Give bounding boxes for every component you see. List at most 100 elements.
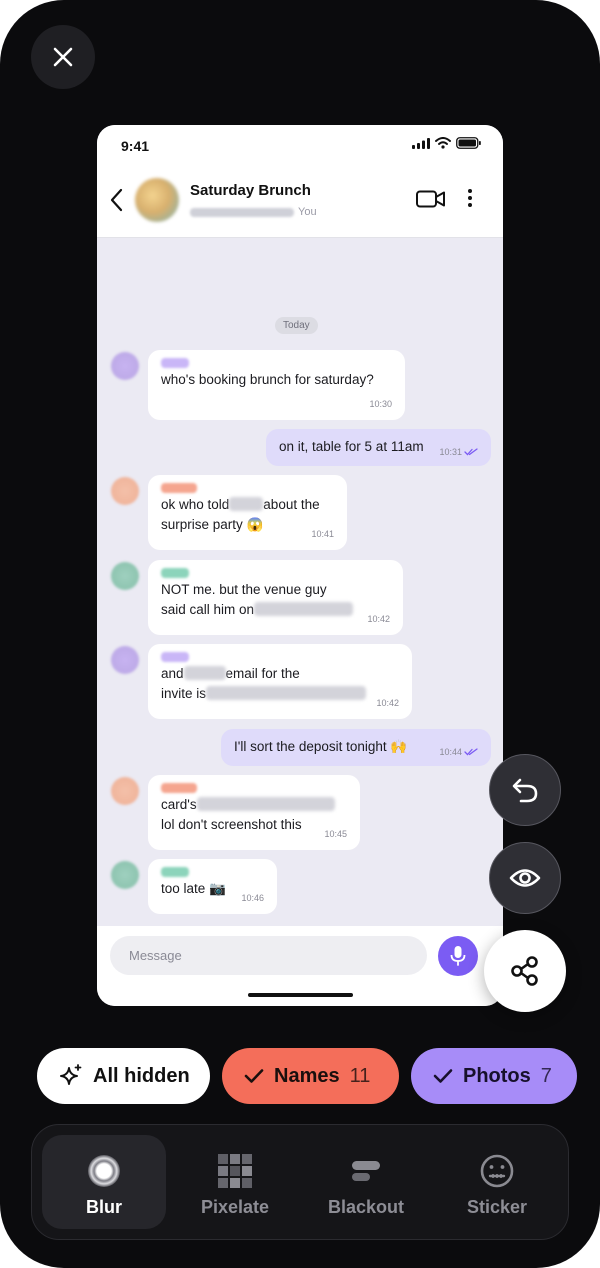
home-indicator — [248, 993, 353, 997]
sender-avatar — [111, 477, 139, 505]
share-icon — [511, 956, 538, 986]
date-separator: Today — [275, 317, 318, 334]
chip-count: 7 — [540, 1064, 552, 1087]
chip-label: Names — [274, 1064, 340, 1087]
message-text: I'll sort the deposit tonight 🙌 — [234, 739, 408, 754]
double-check-icon — [464, 748, 478, 756]
message-time: 10:41 — [311, 529, 334, 539]
redacted-card-number — [196, 797, 335, 811]
close-icon — [53, 47, 73, 67]
message-time: 10:46 — [241, 893, 264, 903]
blur-icon — [88, 1155, 120, 1187]
message-meta: 10:44 — [439, 742, 478, 762]
redacted-sender-name — [161, 783, 197, 793]
message-bubble-outgoing[interactable]: on it, table for 5 at 11am 10:31 — [266, 429, 491, 466]
message-time: 10:42 — [376, 698, 399, 708]
chip-names[interactable]: Names 11 — [222, 1048, 399, 1104]
wifi-icon — [435, 137, 451, 149]
redacted-phone — [254, 602, 354, 616]
more-vertical-icon[interactable] — [467, 188, 473, 208]
tool-label: Sticker — [466, 1197, 528, 1217]
message-bubble[interactable]: card's lol don't screenshot this 10:45 — [148, 775, 360, 850]
tool-label: Blur — [86, 1197, 122, 1217]
message-text-a: and — [161, 666, 184, 681]
sender-avatar — [111, 777, 139, 805]
message-time: 10:42 — [367, 614, 390, 624]
check-icon — [244, 1069, 264, 1083]
mic-button[interactable] — [438, 936, 478, 976]
mic-icon — [450, 946, 466, 966]
message-time: 10:44 — [439, 747, 462, 757]
message-time: 10:31 — [439, 447, 462, 457]
redaction-tool-bar: Blur Pixelate Blackout Sticker — [31, 1124, 569, 1240]
message-meta: 10:31 — [439, 442, 478, 462]
battery-icon — [456, 137, 481, 149]
share-button[interactable] — [484, 930, 566, 1012]
message-bubble[interactable]: who's booking brunch for saturday? 10:30 — [148, 350, 405, 420]
redacted-name — [229, 497, 264, 511]
message-time: 10:45 — [324, 829, 347, 839]
message-text-line2: lol don't screenshot this — [161, 817, 302, 832]
double-check-icon — [464, 448, 478, 456]
message-input[interactable] — [110, 936, 427, 975]
close-button[interactable] — [31, 25, 95, 89]
tool-pixelate[interactable]: Pixelate — [173, 1135, 297, 1229]
check-icon — [433, 1069, 453, 1083]
preview-toggle-button[interactable] — [489, 842, 561, 914]
message-text: card's — [161, 797, 197, 812]
back-chevron-icon[interactable] — [109, 187, 125, 213]
message-list: Today who's booking brunch for saturday?… — [97, 238, 503, 926]
chip-label: All hidden — [93, 1064, 190, 1087]
group-avatar — [135, 178, 179, 222]
message-text-a: ok who told — [161, 497, 230, 512]
redacted-sender-name — [161, 483, 197, 493]
sender-avatar — [111, 562, 139, 590]
chat-subtitle: You — [190, 206, 317, 218]
redacted-email — [206, 686, 367, 700]
sender-avatar — [111, 352, 139, 380]
redacted-sender-name — [161, 568, 189, 578]
blackout-icon — [352, 1161, 380, 1181]
message-text-b: about the — [263, 497, 320, 512]
undo-icon — [512, 778, 538, 803]
chip-photos[interactable]: Photos 7 — [411, 1048, 577, 1104]
tool-blackout[interactable]: Blackout — [304, 1135, 428, 1229]
message-bubble-outgoing[interactable]: I'll sort the deposit tonight 🙌 10:44 — [221, 729, 491, 766]
message-text-line2: surprise party 😱 — [161, 517, 264, 532]
eye-icon — [509, 869, 541, 887]
message-text: who's booking brunch for saturday? — [161, 372, 374, 387]
message-time: 10:30 — [369, 399, 392, 409]
tool-blur[interactable]: Blur — [42, 1135, 166, 1229]
message-text-line2: said call him on — [161, 602, 255, 617]
sender-avatar — [111, 861, 139, 889]
message-text-b: email for the — [225, 666, 300, 681]
message-text: NOT me. but the venue guy — [161, 582, 327, 597]
tool-label: Pixelate — [200, 1197, 270, 1217]
status-bar: 9:41 — [97, 125, 503, 165]
redacted-sender-name — [161, 652, 189, 662]
redacted-sender-name — [161, 867, 189, 877]
sender-avatar — [111, 646, 139, 674]
subtitle-you: You — [298, 206, 317, 218]
message-text: too late 📷 — [161, 881, 226, 896]
chip-all-hidden[interactable]: All hidden — [37, 1048, 210, 1104]
message-bubble[interactable]: ok who told about the surprise party 😱 10… — [148, 475, 347, 550]
message-bubble[interactable]: too late 📷 10:46 — [148, 859, 277, 914]
sticker-icon — [480, 1154, 514, 1188]
sparkle-icon — [60, 1064, 82, 1085]
message-bubble[interactable]: and email for the invite is 10:42 — [148, 644, 412, 719]
tool-label: Blackout — [327, 1197, 405, 1217]
chat-title: Saturday Brunch — [190, 182, 311, 199]
chip-label: Photos — [463, 1064, 531, 1087]
signal-icon — [412, 137, 430, 149]
message-text: on it, table for 5 at 11am — [279, 439, 424, 454]
video-icon[interactable] — [416, 190, 446, 208]
redacted-members — [190, 207, 294, 217]
tool-sticker[interactable]: Sticker — [435, 1135, 559, 1229]
pixelate-icon — [218, 1154, 252, 1188]
screenshot-preview: 9:41 Saturday Brunch You Today who's boo… — [97, 125, 503, 1006]
message-bubble[interactable]: NOT me. but the venue guy said call him … — [148, 560, 403, 635]
phone-frame: 9:41 Saturday Brunch You Today who's boo… — [0, 0, 600, 1268]
chip-count: 11 — [349, 1064, 371, 1087]
undo-button[interactable] — [489, 754, 561, 826]
